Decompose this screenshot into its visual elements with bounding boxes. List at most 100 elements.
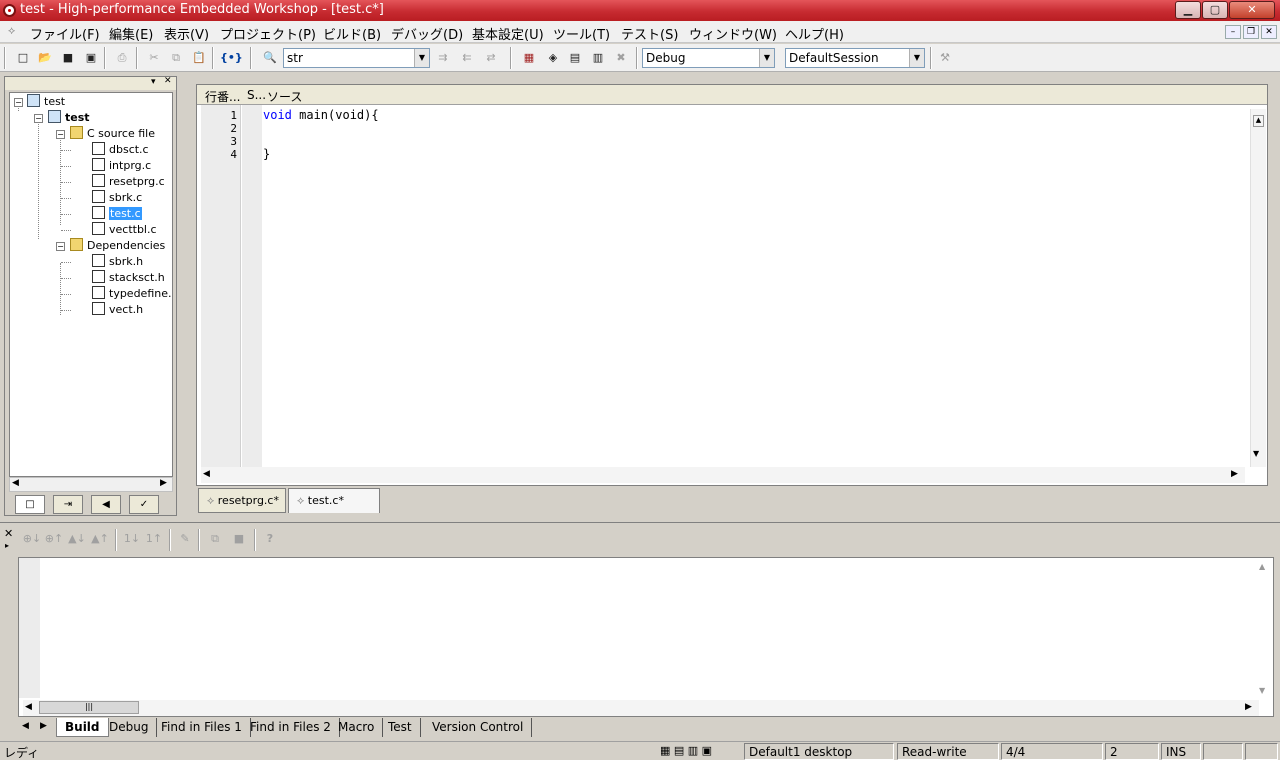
chevron-down-icon[interactable]: ▼	[909, 49, 924, 67]
app-icon[interactable]	[3, 4, 16, 17]
tab-version-control[interactable]: Version Control	[424, 718, 533, 737]
save-all-icon[interactable]: ▣	[83, 50, 99, 65]
tab-test[interactable]: ✓	[129, 495, 159, 514]
editor-vertical-scrollbar[interactable]: ▲ ▼	[1250, 109, 1266, 467]
tree-file-test-selected[interactable]: test.c	[92, 206, 142, 221]
tree-file-sbrk[interactable]: sbrk.c	[92, 190, 142, 205]
mdi-close-button[interactable]: ✕	[1261, 25, 1277, 39]
tree-file-sbrk-h[interactable]: sbrk.h	[92, 254, 143, 269]
menu-edit[interactable]: 編集(E)	[109, 24, 153, 43]
editor-horizontal-scrollbar[interactable]: ◀ ▶	[201, 467, 1245, 483]
scroll-down-icon[interactable]: ▼	[1259, 686, 1265, 695]
configuration-combo[interactable]: Debug ▼	[642, 48, 775, 68]
scroll-right-icon[interactable]: ▶	[160, 478, 167, 488]
menu-tools[interactable]: ツール(T)	[553, 24, 610, 43]
close-button[interactable]: ✕	[1229, 1, 1275, 19]
code-line[interactable]: }	[263, 148, 270, 161]
tab-scroll-left-icon[interactable]: ◀	[22, 721, 29, 731]
tree-file-vect-h[interactable]: vect.h	[92, 302, 143, 317]
scroll-left-icon[interactable]: ◀	[12, 478, 19, 488]
scroll-left-icon[interactable]: ◀	[25, 702, 32, 712]
menu-preferences[interactable]: 基本設定(U)	[472, 24, 544, 43]
menu-file[interactable]: ファイル(F)	[30, 24, 100, 43]
mdi-restore-button[interactable]: ❐	[1243, 25, 1259, 39]
tree-node-project[interactable]: test	[48, 110, 90, 125]
go-to-previous-warning-icon[interactable]: ▲↑	[90, 531, 110, 546]
build-all-icon[interactable]: ▤	[567, 50, 583, 65]
menu-debug[interactable]: デバッグ(D)	[391, 24, 463, 43]
tree-file-intprg[interactable]: intprg.c	[92, 158, 151, 173]
go-to-next-warning-icon[interactable]: ▲↓	[67, 531, 87, 546]
menu-help[interactable]: ヘルプ(H)	[785, 24, 844, 43]
session-combo[interactable]: DefaultSession ▼	[785, 48, 925, 68]
tab-debug[interactable]: Debug	[101, 718, 158, 737]
scroll-left-icon[interactable]: ◀	[203, 469, 210, 479]
expand-toggle[interactable]: −	[34, 114, 43, 123]
build-multiple-icon[interactable]: ▥	[590, 50, 606, 65]
code-line[interactable]: void main(void){	[263, 109, 379, 122]
mdi-minimize-button[interactable]: –	[1225, 25, 1241, 39]
copy-icon[interactable]: ⧉	[207, 531, 223, 546]
tree-file-stacksct-h[interactable]: stacksct.h	[92, 270, 165, 285]
tree-file-dbsct[interactable]: dbsct.c	[92, 142, 149, 157]
match-bracket-icon[interactable]: {•}	[220, 50, 243, 65]
tab-test[interactable]: Test	[380, 718, 421, 737]
toolbar-grip[interactable]	[4, 47, 6, 69]
expand-toggle[interactable]: −	[56, 242, 65, 251]
menu-test[interactable]: テスト(S)	[621, 24, 678, 43]
menu-build[interactable]: ビルド(B)	[323, 24, 381, 43]
compile-icon[interactable]: ▦	[521, 50, 537, 65]
menu-window[interactable]: ウィンドウ(W)	[689, 24, 777, 43]
scroll-thumb[interactable]: |||	[39, 701, 139, 714]
open-file-icon[interactable]: 📂	[37, 50, 53, 65]
workspace-close-icon[interactable]: ✕	[164, 76, 172, 86]
find-previous-icon[interactable]: ⇇	[459, 50, 475, 65]
tab-find-in-files-1[interactable]: Find in Files 1	[153, 718, 251, 737]
build-icon[interactable]: ◈	[545, 50, 561, 65]
chevron-down-icon[interactable]: ▼	[414, 49, 429, 67]
go-to-next-info-icon[interactable]: 1↓	[122, 531, 142, 546]
tab-projects[interactable]: □	[15, 495, 45, 514]
status-size-grip[interactable]	[1245, 743, 1278, 760]
document-menu-icon[interactable]: ⟡	[8, 24, 15, 38]
paste-icon[interactable]: 📋	[191, 50, 207, 65]
go-to-previous-error-icon[interactable]: ⊕↑	[44, 531, 64, 546]
save-icon[interactable]: ■	[231, 531, 247, 546]
save-icon[interactable]: ■	[60, 50, 76, 65]
column-line-number[interactable]: 行番...	[205, 88, 240, 105]
scroll-up-icon[interactable]: ▲	[1259, 562, 1265, 571]
find-icon[interactable]: 🔍	[262, 50, 278, 65]
output-close-icon[interactable]: ✕	[4, 527, 13, 540]
tab-scroll-right-icon[interactable]: ▶	[40, 721, 47, 731]
output-pane[interactable]: ◀ ||| ▶ ▲ ▼	[18, 557, 1274, 717]
workspace-menu-icon[interactable]: ▾	[151, 77, 156, 87]
tree-node-c-source-folder[interactable]: C source file	[70, 126, 155, 141]
expand-toggle[interactable]: −	[14, 98, 23, 107]
output-menu-icon[interactable]: ▸	[5, 541, 9, 550]
menu-view[interactable]: 表示(V)	[164, 24, 209, 43]
tree-node-workspace[interactable]: test	[27, 94, 65, 109]
menu-project[interactable]: プロジェクト(P)	[220, 24, 316, 43]
stop-build-icon[interactable]: ✖	[613, 50, 629, 65]
cut-icon[interactable]: ✂	[146, 50, 162, 65]
tab-resetprg[interactable]: ⟡ resetprg.c*	[198, 488, 286, 513]
go-to-next-error-icon[interactable]: ⊕↓	[22, 531, 42, 546]
tree-node-dependencies-folder[interactable]: Dependencies	[70, 238, 165, 253]
print-icon[interactable]: ⎙	[114, 50, 130, 65]
scroll-right-icon[interactable]: ▶	[1245, 702, 1252, 712]
tab-navigation[interactable]: ◀	[91, 495, 121, 514]
clear-icon[interactable]: ✎	[177, 531, 193, 546]
column-s[interactable]: S...	[247, 88, 266, 102]
copy-icon[interactable]: ⧉	[168, 50, 184, 65]
go-to-previous-info-icon[interactable]: 1↑	[144, 531, 164, 546]
output-horizontal-scrollbar[interactable]: ◀ ||| ▶	[23, 700, 1259, 716]
tree-file-typedefine-h[interactable]: typedefine.h	[92, 286, 172, 301]
tool-icon[interactable]: ⚒	[937, 50, 953, 65]
layout-icon[interactable]: ▦ ▤ ▥ ▣	[660, 744, 712, 757]
scroll-down-icon[interactable]: ▼	[1253, 449, 1259, 458]
workspace-horizontal-scrollbar[interactable]: ◀ ▶	[9, 477, 173, 492]
find-next-icon[interactable]: ⇉	[435, 50, 451, 65]
minimize-button[interactable]: ▁	[1175, 1, 1201, 19]
tree-file-vecttbl[interactable]: vecttbl.c	[92, 222, 157, 237]
chevron-down-icon[interactable]: ▼	[759, 49, 774, 67]
